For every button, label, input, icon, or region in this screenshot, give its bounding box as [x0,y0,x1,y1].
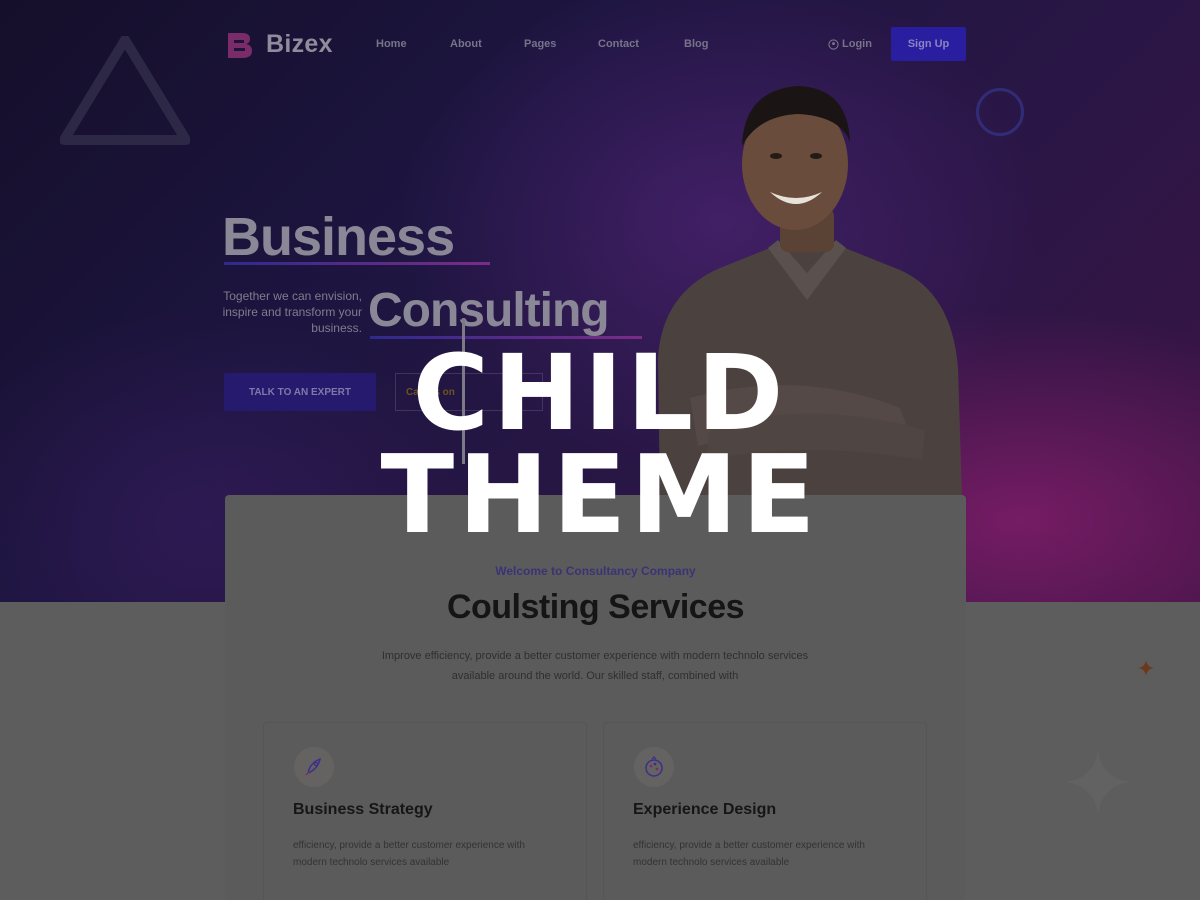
brand-logo[interactable]: Bizex [224,30,333,59]
hero-tagline: Together we can envision, inspire and tr… [222,289,362,335]
service-card-description: efficiency, provide a better customer ex… [633,840,865,868]
signup-button[interactable]: Sign Up [891,27,966,61]
service-card-experience-design[interactable]: Experience Design efficiency, provide a … [603,722,927,900]
palette-icon [634,747,674,787]
overlay-title-line2: THEME [380,433,820,558]
star-decoration-icon [1138,660,1154,676]
service-card-business-strategy[interactable]: Business Strategy efficiency, provide a … [263,722,587,900]
service-card-title: Business Strategy [293,801,433,818]
rocket-icon [294,747,334,787]
service-card-title: Experience Design [633,801,777,818]
ring-decoration [976,88,1024,136]
login-label: Login [842,38,872,50]
services-description: Improve efficiency, provide a better cus… [381,650,809,682]
hero-headline-line1: Business [222,207,455,267]
services-title: Coulsting Services [446,588,745,626]
hero-headline-line2: Consulting [368,284,610,337]
logo-mark-icon [228,32,252,58]
nav-home[interactable]: Home [376,38,407,50]
nav-pages[interactable]: Pages [524,38,556,50]
services-kicker: Welcome to Consultancy Company [495,564,696,578]
nav-contact[interactable]: Contact [598,38,639,50]
brand-name: Bizex [266,30,333,58]
triangle-decoration [60,36,190,145]
user-icon [828,38,839,50]
login-link[interactable]: Login [828,38,872,50]
headline-underline [224,262,490,265]
overlay-title-line1: CHILD [412,332,788,454]
nav-about[interactable]: About [450,38,482,50]
sparkle-decoration-icon [1066,750,1130,814]
service-card-description: efficiency, provide a better customer ex… [293,840,525,868]
nav-blog[interactable]: Blog [684,38,708,50]
